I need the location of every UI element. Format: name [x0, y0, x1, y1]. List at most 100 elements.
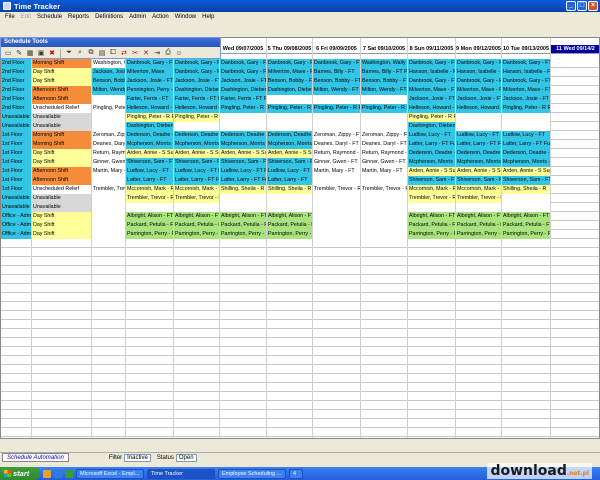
schedule-cell[interactable]: Pingling, Peter - R Re: [92, 104, 126, 113]
location-cell[interactable]: 1st Floor: [1, 167, 32, 176]
schedule-cell[interactable]: Latter, Larry - FT Ful: [408, 140, 456, 149]
schedule-cell[interactable]: [92, 212, 126, 221]
schedule-cell[interactable]: Latter, Larry - FT Ful: [174, 176, 220, 185]
schedule-cell[interactable]: Pingling, Peter - R Re: [408, 113, 456, 122]
schedule-cell[interactable]: Parrington, Perry - FT: [126, 230, 174, 239]
location-cell[interactable]: Unavailable: [1, 122, 32, 131]
schedule-cell[interactable]: Pingling, Peter - R Re: [313, 104, 361, 113]
schedule-cell[interactable]: Arden, Annie - S Sup: [126, 149, 174, 158]
schedule-cell[interactable]: Milton, Wendy - FT: [361, 86, 408, 95]
day-header[interactable]: 5 Thu 09/08/2005: [267, 45, 313, 54]
schedule-cell[interactable]: Danbrook, Gary - FT: [126, 59, 174, 68]
shift-cell[interactable]: Afternoon Shift: [32, 95, 92, 104]
schedule-cell[interactable]: Milverton, Mave: [126, 68, 174, 77]
schedule-cell[interactable]: Jackson, Josie - FT: [456, 95, 502, 104]
schedule-cell[interactable]: [456, 122, 502, 131]
schedule-cell[interactable]: Milverton, Mave - FT: [267, 68, 313, 77]
schedule-cell[interactable]: Zeroman, Zippy - FT: [361, 131, 408, 140]
shift-cell[interactable]: Unscheduled Relief: [32, 104, 92, 113]
schedule-cell[interactable]: [267, 95, 313, 104]
schedule-cell[interactable]: Latter, Larry - FT: [267, 176, 313, 185]
schedule-cell[interactable]: Benson, Bobby - FT: [92, 77, 126, 86]
schedule-cell[interactable]: Jackson, Josie - FT: [126, 77, 174, 86]
schedule-cell[interactable]: Ludlow, Lucy - FT Ful: [174, 167, 220, 176]
schedule-cell[interactable]: Latter, Larry - FT Ful: [220, 176, 267, 185]
schedule-cell[interactable]: [502, 203, 551, 212]
maximize-button[interactable]: □: [577, 1, 587, 11]
schedule-cell[interactable]: Dashington, Dieberts: [220, 86, 267, 95]
schedule-cell[interactable]: Dashington, Dieberts: [126, 122, 174, 131]
schedule-cell[interactable]: [92, 95, 126, 104]
shift-cell[interactable]: Day Shift: [32, 212, 92, 221]
schedule-cell[interactable]: [92, 194, 126, 203]
schedule-cell[interactable]: Danbrook, Gary - FT: [313, 59, 361, 68]
print-icon[interactable]: ⎙: [163, 48, 173, 58]
schedule-cell[interactable]: Pennington, Perry - FT: [126, 86, 174, 95]
day-header[interactable]: 8 Sun 09/11/2005: [408, 45, 456, 54]
shift-cell[interactable]: Afternoon Shift: [32, 176, 92, 185]
schedule-cell[interactable]: Shiverson, Sam - FT: [502, 176, 551, 185]
location-cell[interactable]: 2nd Floor: [1, 68, 32, 77]
quick-launch-icon[interactable]: [43, 469, 51, 478]
menu-admin[interactable]: Admin: [126, 14, 149, 20]
schedule-cell[interactable]: [361, 230, 408, 239]
schedule-cell[interactable]: Albright, Alison - FT: [502, 212, 551, 221]
schedule-cell[interactable]: [220, 194, 267, 203]
schedule-cell[interactable]: [361, 221, 408, 230]
schedule-cell[interactable]: [313, 122, 361, 131]
schedule-cell[interactable]: Latter, Larry - FT: [126, 176, 174, 185]
day-header[interactable]: 10 Tue 09/13/2005: [502, 45, 551, 54]
schedule-cell[interactable]: [361, 95, 408, 104]
schedule-cell[interactable]: Pingling, Peter - R Re: [174, 113, 220, 122]
location-cell[interactable]: 1st Floor: [1, 185, 32, 194]
schedule-cell[interactable]: Parrington, Perry - FT: [174, 230, 220, 239]
location-cell[interactable]: Office - Adm: [1, 230, 32, 239]
location-cell[interactable]: Office - Adm: [1, 212, 32, 221]
schedule-cell[interactable]: Shiverson, Sam - FT: [126, 158, 174, 167]
schedule-cell[interactable]: Arden, Annie - S Sup: [502, 167, 551, 176]
schedule-cell[interactable]: Mcpherson, Morris -: [267, 140, 313, 149]
menu-file[interactable]: File: [2, 14, 18, 20]
schedule-cell[interactable]: Arden, Annie - S Sup: [408, 167, 456, 176]
schedule-cell[interactable]: [313, 203, 361, 212]
schedule-cell[interactable]: Benson, Bobby - FT: [313, 77, 361, 86]
schedule-cell[interactable]: Helleson, Howard -: [126, 104, 174, 113]
remove-icon[interactable]: ✕: [141, 48, 151, 58]
shift-cell[interactable]: Day Shift: [32, 77, 92, 86]
schedule-cell[interactable]: Deanes, Daryl - FT: [361, 140, 408, 149]
schedule-cell[interactable]: Ludlow, Lucy - FT Ful: [220, 167, 267, 176]
schedule-cell[interactable]: Trembler, Trevor - R: [92, 185, 126, 194]
schedule-cell[interactable]: Trembler, Trevor - R: [313, 185, 361, 194]
shift-cell[interactable]: Day Shift: [32, 221, 92, 230]
schedule-cell[interactable]: [456, 203, 502, 212]
schedule-cell[interactable]: [92, 203, 126, 212]
schedule-cell[interactable]: Parrington, Perry - FT: [267, 230, 313, 239]
schedule-cell[interactable]: Trembler, Trevor - R: [456, 194, 502, 203]
schedule-cell[interactable]: Mcpherson, Morris -: [456, 158, 502, 167]
schedule-cell[interactable]: [220, 113, 267, 122]
schedule-cell[interactable]: Danbrook, Gary - FT: [456, 77, 502, 86]
schedule-cell[interactable]: Barnes, Billy - FT: [313, 68, 361, 77]
schedule-cell[interactable]: Jackson, Josie - FT: [408, 95, 456, 104]
schedule-cell[interactable]: [361, 194, 408, 203]
schedule-cell[interactable]: Parrington, Perry - FT: [502, 230, 551, 239]
swap-icon[interactable]: ⇄: [119, 48, 129, 58]
schedule-cell[interactable]: Shilling, Sheila - R Re: [220, 185, 267, 194]
schedule-cell[interactable]: [92, 113, 126, 122]
schedule-cell[interactable]: Latter, Larry - FT Ful: [502, 140, 551, 149]
schedule-cell[interactable]: [313, 95, 361, 104]
menu-action[interactable]: Action: [149, 14, 172, 20]
schedule-cell[interactable]: Dashington, Dieberts: [408, 122, 456, 131]
schedule-cell[interactable]: [267, 203, 313, 212]
duplicate-icon[interactable]: ⧠: [108, 48, 118, 58]
schedule-cell[interactable]: Ludlow, Lucy - FT: [267, 167, 313, 176]
schedule-cell[interactable]: Milton, Wendy - FT: [313, 86, 361, 95]
menu-window[interactable]: Window: [172, 14, 199, 20]
schedule-cell[interactable]: Washington, Wally -: [361, 59, 408, 68]
schedule-cell[interactable]: [126, 203, 174, 212]
schedule-tools-panel[interactable]: Schedule Tools ▭ ✎ ▦ ▣ ✖ ⏷ ⌕ ⧉ ▤ ⧠ ⇄ ✂ ✕…: [0, 37, 221, 59]
location-cell[interactable]: 1st Floor: [1, 140, 32, 149]
schedule-cell[interactable]: Hanson, Isabelle - FT: [456, 68, 502, 77]
schedule-cell[interactable]: Ludlow, Lucy - FT: [502, 131, 551, 140]
schedule-cell[interactable]: Deanes, Daryl - FT: [92, 140, 126, 149]
